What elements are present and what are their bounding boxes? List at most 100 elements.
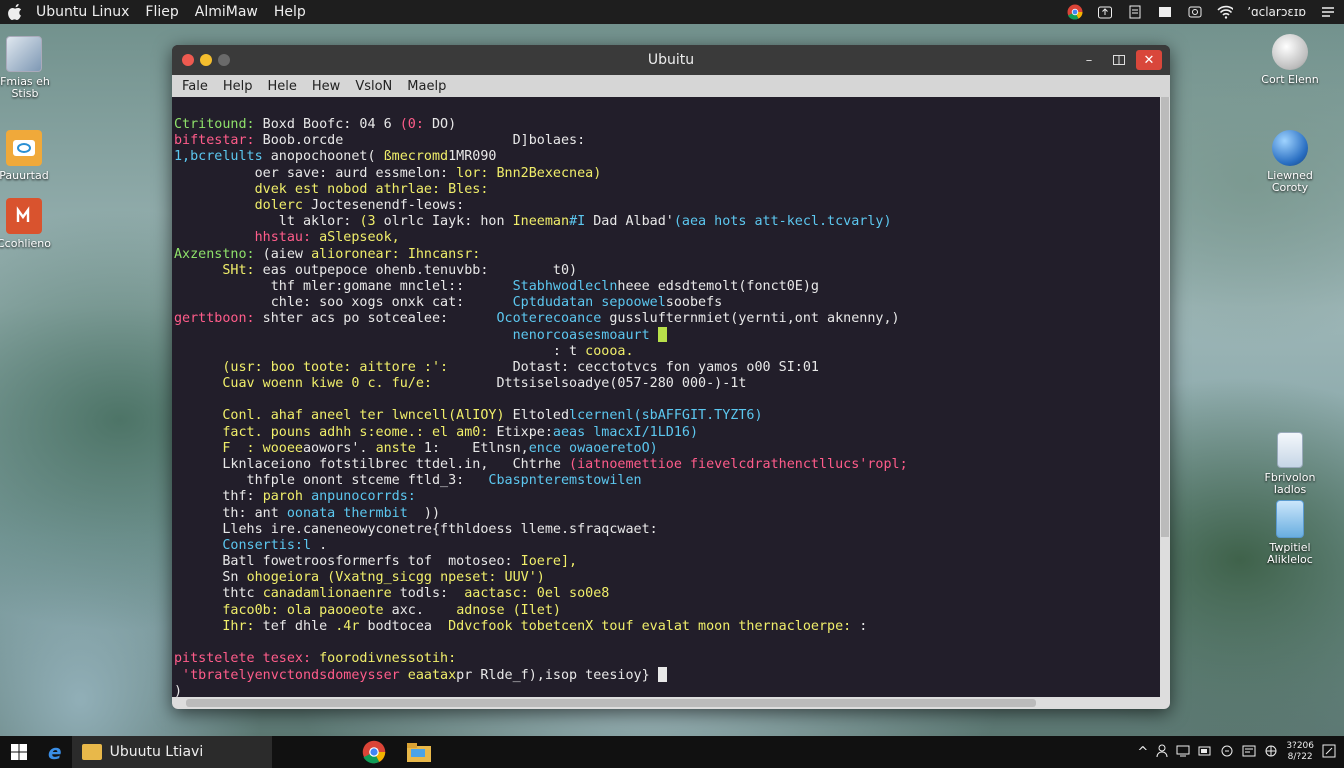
desktop-icon-office[interactable]: Ccohlieno	[0, 198, 64, 250]
menu-hew[interactable]: Hew	[312, 79, 340, 94]
topbar-clock[interactable]: ʼɑclarɔɛɪɒ	[1247, 5, 1306, 19]
desktop-icon-fbrivolon[interactable]: Fbrivolon Iadlos	[1250, 432, 1330, 496]
terminal-text: olrlc Iayk: hon	[375, 214, 513, 230]
chrome-taskbar-icon[interactable]	[352, 736, 396, 768]
taskbar: e Ubuutu Ltiavi ^ 3?206 8/?22	[0, 736, 1344, 768]
terminal-text: aactasc: 0el so0e8	[464, 586, 610, 602]
menu-help-window[interactable]: Help	[223, 79, 253, 94]
desktop-icon-twpitiel[interactable]: Twpitiel Alikleloc	[1250, 500, 1330, 566]
desktop-icon-liewned[interactable]: Liewned Coroty	[1250, 130, 1330, 194]
terminal-text: SHt:	[222, 262, 255, 278]
terminal-text: Bnn2Bexecnea)	[496, 165, 602, 181]
apple-icon[interactable]	[8, 4, 22, 20]
desktop-icon-drive[interactable]: Fmias eh Stisb	[0, 36, 64, 100]
terminal-text: 1: Etlnsn,	[415, 440, 529, 456]
top-menu-bar: Ubuntu Linux Fliep AlmiMaw Help ʼɑclarɔɛ…	[0, 0, 1344, 24]
file-explorer-icon[interactable]	[396, 736, 442, 768]
chrome-icon[interactable]	[1067, 4, 1083, 20]
terminal-line: (usr: boo toote: aittore :': Dotast: cec…	[174, 360, 1160, 376]
edge-icon[interactable]: e	[38, 736, 72, 768]
volume-icon[interactable]	[1220, 745, 1234, 760]
vertical-scrollbar[interactable]	[1160, 97, 1170, 697]
terminal-line: dvek est nobod athrlae: Bles:	[174, 182, 1160, 198]
upload-icon[interactable]	[1097, 4, 1113, 20]
window-titlebar[interactable]: Ubuitu – ✕	[172, 45, 1170, 75]
notification-icon[interactable]	[1242, 745, 1256, 760]
terminal-line: F : wooeeaowors'. anste 1: Etlnsn,ence o…	[174, 441, 1160, 457]
menu-help[interactable]: Help	[274, 4, 306, 20]
start-button[interactable]	[0, 736, 38, 768]
list-menu-icon[interactable]	[1320, 4, 1336, 20]
terminal-text: thf mler:gomane mnclel::	[174, 278, 513, 294]
terminal-text: (usr:	[222, 359, 263, 375]
terminal-text: foorodivnessotih:	[319, 651, 457, 667]
terminal-line: Sn ohogeiora (Vxatng_sicgg npeset: UUV')	[174, 570, 1160, 586]
language-icon[interactable]	[1264, 745, 1278, 760]
screenshot-icon[interactable]	[1187, 4, 1203, 20]
taskbar-clock[interactable]: 3?206 8/?22	[1286, 741, 1314, 763]
terminal-text: : t	[174, 343, 586, 359]
terminal-line: Llehs ire.caneneowyconetre{fthldoess lle…	[174, 522, 1160, 538]
minimize-icon[interactable]: –	[1076, 50, 1102, 70]
terminal-line: Conl. ahaf aneel ter lwncell(AlIOY) Elto…	[174, 408, 1160, 424]
terminal-output[interactable]: Ctritound: Boxd Boofc: 04 6 (0: DO) bifte…	[172, 97, 1160, 697]
menu-hele[interactable]: Hele	[268, 79, 297, 94]
menu-almimaw[interactable]: AlmiMaw	[195, 4, 258, 20]
scrollbar-thumb[interactable]	[1161, 97, 1169, 537]
terminal-window: Ubuitu – ✕ Fale Help Hele Hew VsloN Mael…	[172, 45, 1170, 709]
terminal-line: hhstau: aSlepseok,	[174, 230, 1160, 246]
terminal-text: Ihncansr:	[407, 246, 481, 262]
menu-maelp[interactable]: Maelp	[407, 79, 446, 94]
traffic-lights	[182, 54, 230, 66]
taskbar-active-window[interactable]: Ubuutu Ltiavi	[71, 736, 272, 768]
terminal-line: Batl fowetroosformerfs tof motoseo: Ioer…	[174, 554, 1160, 570]
battery-icon[interactable]	[1198, 745, 1212, 760]
terminal-text: evalat moon thernacloerpe:	[641, 618, 852, 634]
terminal-text: eas outpepoce ohenb.tenuvbb: t0)	[254, 262, 578, 278]
terminal-line: biftestar: Boob.orcde D]bolaes:	[174, 133, 1160, 149]
clipboard-icon[interactable]	[1127, 4, 1143, 20]
network-icon[interactable]	[1176, 745, 1190, 760]
terminal-line: faco0b: ola paooeote axc. adnose (Ilet)	[174, 603, 1160, 619]
window-title: Ubuitu	[647, 52, 695, 68]
drive-icon	[6, 36, 42, 72]
zoom-dot-icon[interactable]	[218, 54, 230, 66]
terminal-text: faco0b: ola paooeote	[222, 602, 384, 618]
terminal-text: F : wooee	[222, 440, 303, 456]
scrollbar-thumb[interactable]	[186, 699, 1036, 707]
person-icon[interactable]	[1156, 744, 1168, 761]
terminal-text: eaatax	[407, 668, 457, 684]
terminal-text: Sn	[174, 570, 247, 586]
maximize-icon[interactable]	[1106, 50, 1132, 70]
terminal-text: 'tbratelyenvctondsdomeysser	[174, 668, 400, 684]
menu-fliep[interactable]: Fliep	[145, 4, 178, 20]
desktop-icon-cort-elenn[interactable]: Cort Elenn	[1250, 34, 1330, 86]
office-icon	[6, 198, 42, 234]
minimize-dot-icon[interactable]	[200, 54, 212, 66]
window-icon[interactable]	[1157, 4, 1173, 20]
folder-icon	[81, 744, 102, 760]
menu-vsion[interactable]: VsloN	[355, 79, 392, 94]
menu-ubuntu-linux[interactable]: Ubuntu Linux	[36, 4, 129, 20]
desktop-icon-label: Pauurtad	[0, 169, 49, 182]
wifi-icon[interactable]	[1217, 4, 1234, 20]
chevron-up-icon[interactable]: ^	[1137, 745, 1148, 760]
action-center-icon[interactable]	[1322, 744, 1336, 761]
close-icon[interactable]: ✕	[1136, 50, 1162, 70]
terminal-line: oer save: aurd essmelon: lor: Bnn2Bexecn…	[174, 166, 1160, 182]
close-dot-icon[interactable]	[182, 54, 194, 66]
desktop-icon-pauurtad[interactable]: Pauurtad	[0, 130, 64, 182]
terminal-text: Ctritound:	[174, 117, 255, 132]
horizontal-scrollbar[interactable]	[172, 697, 1170, 709]
status-area: ʼɑclarɔɛɪɒ	[1067, 4, 1336, 20]
terminal-line: Consertis:l .	[174, 538, 1160, 554]
menu-fale[interactable]: Fale	[182, 79, 208, 94]
terminal-text: thtc	[174, 586, 263, 602]
